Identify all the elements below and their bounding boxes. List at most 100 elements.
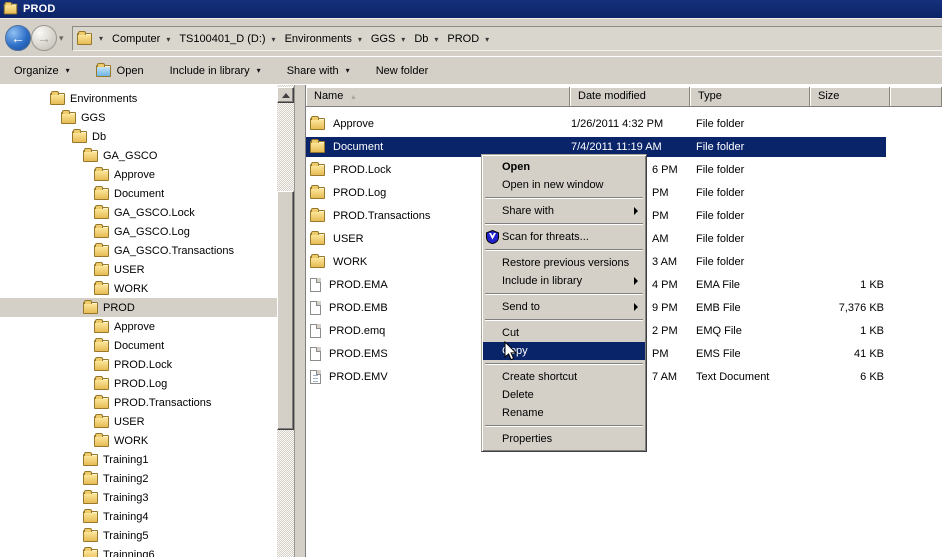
tree-item-environments[interactable]: Environments: [0, 89, 277, 108]
type-cell: File folder: [696, 160, 744, 180]
menu-item-cut[interactable]: Cut: [483, 324, 645, 342]
size-cell: 1 KB: [810, 275, 884, 295]
forward-arrow-icon: →: [37, 30, 51, 46]
toolbar-button-open[interactable]: Open: [96, 65, 144, 77]
column-header-size[interactable]: Size: [810, 87, 890, 107]
date-modified-cell: 9 PM: [652, 298, 678, 318]
breadcrumb-item[interactable]: GGS: [371, 33, 395, 45]
tree-item-prod.log[interactable]: PROD.Log: [0, 374, 277, 393]
window-folder-icon: [4, 4, 18, 15]
pane-splitter[interactable]: [294, 85, 306, 557]
history-dropdown-icon[interactable]: ▾: [59, 33, 64, 44]
toolbar-button-include-in-library[interactable]: Include in library▾: [170, 65, 261, 77]
tree-item-prod.transactions[interactable]: PROD.Transactions: [0, 393, 277, 412]
folder-icon: [83, 492, 98, 504]
folder-icon: [310, 141, 325, 153]
breadcrumb-item[interactable]: Environments: [285, 33, 352, 45]
menu-item-restore-previous-versions[interactable]: Restore previous versions: [483, 254, 645, 272]
folder-icon: [94, 245, 109, 257]
size-cell: [810, 183, 884, 203]
tree-item-work[interactable]: WORK: [0, 279, 277, 298]
breadcrumb-item[interactable]: Db: [414, 33, 428, 45]
back-button[interactable]: ←: [5, 25, 31, 51]
tree-item-work[interactable]: WORK: [0, 431, 277, 450]
folder-icon: [94, 226, 109, 238]
tree-item-ga_gsco.log[interactable]: GA_GSCO.Log: [0, 222, 277, 241]
tree-item-db[interactable]: Db: [0, 127, 277, 146]
tree-item-label: Document: [114, 340, 164, 352]
menu-item-label: Properties: [502, 433, 552, 445]
folder-icon: [94, 169, 109, 181]
tree-item-approve[interactable]: Approve: [0, 317, 277, 336]
toolbar-button-label: Include in library: [170, 65, 250, 77]
menu-item-properties[interactable]: Properties: [483, 430, 645, 448]
menu-item-open-in-new-window[interactable]: Open in new window: [483, 176, 645, 194]
folder-icon: [94, 207, 109, 219]
file-name: PROD.EMA: [329, 275, 388, 295]
name-cell: WORK: [310, 252, 367, 272]
tree-item-training5[interactable]: Training5: [0, 526, 277, 545]
chevron-down-icon[interactable]: ▾: [358, 35, 362, 44]
breadcrumb-item[interactable]: Computer: [112, 33, 160, 45]
tree-item-user[interactable]: USER: [0, 412, 277, 431]
menu-item-send-to[interactable]: Send to: [483, 298, 645, 316]
toolbar-button-share-with[interactable]: Share with▾: [287, 65, 350, 77]
date-modified-cell: 4 PM: [652, 275, 678, 295]
table-row[interactable]: Approve1/26/2011 4:32 PMFile folder: [306, 114, 886, 134]
breadcrumb-item[interactable]: TS100401_D (D:): [179, 33, 265, 45]
toolbar-button-new-folder[interactable]: New folder: [376, 65, 429, 77]
column-header-type[interactable]: Type: [690, 87, 810, 107]
chevron-down-icon[interactable]: ▾: [99, 34, 103, 43]
tree-scrollbar[interactable]: [277, 85, 294, 557]
menu-item-label: Rename: [502, 407, 544, 419]
menu-item-share-with[interactable]: Share with: [483, 202, 645, 220]
chevron-down-icon[interactable]: ▾: [166, 35, 170, 44]
folder-icon: [94, 378, 109, 390]
breadcrumb-item[interactable]: PROD: [447, 33, 479, 45]
tree-item-label: PROD.Lock: [114, 359, 172, 371]
chevron-down-icon[interactable]: ▾: [401, 35, 405, 44]
tree-item-label: PROD.Transactions: [114, 397, 211, 409]
tree-item-ga_gsco.transactions[interactable]: GA_GSCO.Transactions: [0, 241, 277, 260]
file-icon: [310, 324, 321, 338]
tree-item-ggs[interactable]: GGS: [0, 108, 277, 127]
tree-item-trainning6[interactable]: Trainning6: [0, 545, 277, 557]
context-menu: OpenOpen in new window Share with Scan for…: [481, 154, 647, 452]
tree-item-approve[interactable]: Approve: [0, 165, 277, 184]
type-cell: File folder: [696, 137, 744, 157]
menu-item-delete[interactable]: Delete: [483, 386, 645, 404]
breadcrumb-folder-icon[interactable]: [77, 33, 92, 45]
tree-item-training2[interactable]: Training2: [0, 469, 277, 488]
tree-item-prod[interactable]: PROD: [0, 298, 277, 317]
type-cell: File folder: [696, 229, 744, 249]
menu-item-open[interactable]: Open: [483, 158, 645, 176]
tree-item-document[interactable]: Document: [0, 184, 277, 203]
column-header-name[interactable]: Name▴: [306, 87, 570, 107]
tree-item-prod.lock[interactable]: PROD.Lock: [0, 355, 277, 374]
chevron-down-icon[interactable]: ▾: [272, 35, 276, 44]
menu-item-create-shortcut[interactable]: Create shortcut: [483, 368, 645, 386]
menu-separator: [485, 425, 643, 427]
menu-item-scan-for-threats-[interactable]: Scan for threats...: [483, 228, 645, 246]
tree-item-training3[interactable]: Training3: [0, 488, 277, 507]
tree-item-label: Trainning6: [103, 549, 155, 557]
forward-button[interactable]: →: [31, 25, 57, 51]
column-header-label: Name: [314, 90, 343, 102]
chevron-down-icon[interactable]: ▾: [434, 35, 438, 44]
tree-item-document[interactable]: Document: [0, 336, 277, 355]
chevron-down-icon[interactable]: ▾: [485, 35, 489, 44]
tree-item-ga_gsco[interactable]: GA_GSCO: [0, 146, 277, 165]
tree-item-user[interactable]: USER: [0, 260, 277, 279]
toolbar-button-organize[interactable]: Organize▾: [14, 65, 70, 77]
file-icon: [310, 278, 321, 292]
scrollbar-thumb[interactable]: [277, 191, 294, 430]
tree-item-training4[interactable]: Training4: [0, 507, 277, 526]
scroll-up-button[interactable]: [277, 87, 294, 103]
column-header-date-modified[interactable]: Date modified: [570, 87, 690, 107]
tree-item-training1[interactable]: Training1: [0, 450, 277, 469]
tree-item-ga_gsco.lock[interactable]: GA_GSCO.Lock: [0, 203, 277, 222]
toolbar-button-label: Share with: [287, 65, 339, 77]
menu-item-include-in-library[interactable]: Include in library: [483, 272, 645, 290]
menu-item-rename[interactable]: Rename: [483, 404, 645, 422]
column-header-label: Size: [818, 90, 839, 102]
